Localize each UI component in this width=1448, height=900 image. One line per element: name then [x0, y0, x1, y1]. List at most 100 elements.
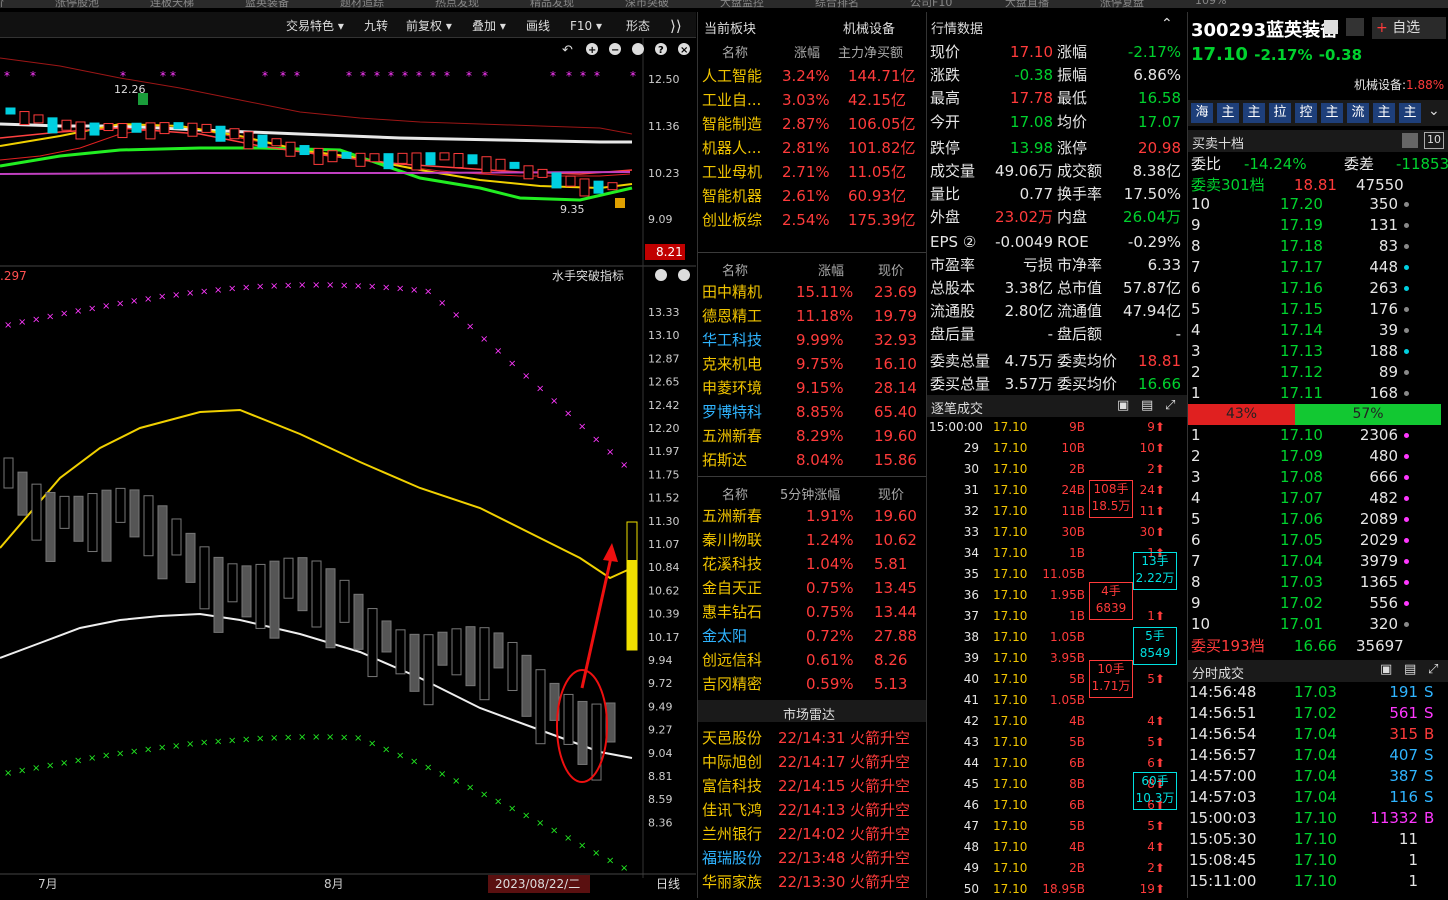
- f10-button[interactable]: F10 ▾: [570, 16, 602, 36]
- five_min-row-name[interactable]: 创远信科: [702, 648, 762, 672]
- ob-price[interactable]: 17.07: [1280, 488, 1323, 509]
- sector-row-name[interactable]: 机器人...: [702, 136, 761, 160]
- top-tab[interactable]: 热点发现: [435, 0, 479, 10]
- top-tab[interactable]: 连板天梯: [150, 0, 194, 10]
- ob-price[interactable]: 17.19: [1280, 215, 1323, 236]
- expand-icon[interactable]: ⤢: [1165, 398, 1175, 413]
- ob-price[interactable]: 17.12: [1280, 362, 1323, 383]
- sector-row-name[interactable]: 人工智能: [702, 64, 762, 88]
- ob-price[interactable]: 17.13: [1280, 341, 1323, 362]
- radar-row-name[interactable]: 兰州银行: [702, 822, 762, 846]
- radar-row-name[interactable]: 华丽家族: [702, 870, 762, 894]
- radar-row-name[interactable]: 福瑞股份: [702, 846, 762, 870]
- five_min-row-name[interactable]: 花溪科技: [702, 552, 762, 576]
- depth-toggle[interactable]: 10: [1424, 132, 1444, 149]
- ob-price[interactable]: 17.18: [1280, 236, 1323, 257]
- ob-price[interactable]: 17.05: [1280, 530, 1323, 551]
- gainers-row-name[interactable]: 拓斯达: [702, 448, 747, 472]
- gainers-row-name[interactable]: 克来机电: [702, 352, 762, 376]
- gainers-row-name[interactable]: 德恩精工: [702, 304, 762, 328]
- ob-price[interactable]: 17.10: [1280, 425, 1323, 446]
- five_min-row-name[interactable]: 吉冈精密: [702, 672, 762, 696]
- gainers-row-name[interactable]: 罗博特科: [702, 400, 762, 424]
- ob-price[interactable]: 17.16: [1280, 278, 1323, 299]
- gainers-row-name[interactable]: 华工科技: [702, 328, 762, 352]
- period-button[interactable]: 日线: [656, 877, 680, 891]
- overlay-button[interactable]: 叠加 ▾: [472, 16, 506, 36]
- list-icon[interactable]: ▤: [1404, 662, 1416, 677]
- chevron-down-icon[interactable]: ⌄: [1428, 103, 1440, 119]
- indicator-close-icon[interactable]: [678, 269, 690, 281]
- ob-price[interactable]: 17.15: [1280, 299, 1323, 320]
- ob-price[interactable]: 17.20: [1280, 194, 1323, 215]
- ob-price[interactable]: 17.14: [1280, 320, 1323, 341]
- pattern-button[interactable]: 形态: [626, 16, 650, 36]
- sector-row-name[interactable]: 工业母机: [702, 160, 762, 184]
- undo-icon[interactable]: ↶: [562, 43, 573, 58]
- radar-row-name[interactable]: 中际旭创: [702, 750, 762, 774]
- lock-icon[interactable]: ▣: [1117, 398, 1129, 413]
- industry-label[interactable]: 机械设备: [843, 18, 895, 37]
- radar-row-name[interactable]: 富信科技: [702, 774, 762, 798]
- five_min-row-name[interactable]: 惠丰钻石: [702, 600, 762, 624]
- kline-chart[interactable]: ↶ + −? × * * * * * * * * * * * * * * * * * * * * * * * 12.50 11.…: [0, 38, 696, 898]
- bell-icon[interactable]: [1346, 18, 1364, 36]
- quick-nav-button[interactable]: 主: [1243, 103, 1265, 123]
- indicator-help-icon[interactable]: [655, 269, 667, 281]
- top-tab[interactable]: 蓝英装备: [245, 0, 289, 10]
- ob-price[interactable]: 17.03: [1280, 572, 1323, 593]
- gainers-row-name[interactable]: 田中精机: [702, 280, 762, 304]
- top-tab[interactable]: 大盘监控: [720, 0, 764, 10]
- gainers-row-name[interactable]: 申菱环境: [702, 376, 762, 400]
- top-tab[interactable]: 大盘直播: [1005, 0, 1049, 10]
- lock-icon[interactable]: ▣: [1380, 662, 1392, 677]
- five_min-row-name[interactable]: 五洲新春: [702, 504, 762, 528]
- collapse-icon[interactable]: ⌃: [1161, 16, 1173, 32]
- radar-row-name[interactable]: 天邑股份: [702, 726, 762, 750]
- quick-nav-button[interactable]: 主: [1399, 103, 1421, 123]
- draw-line-button[interactable]: 画线: [526, 16, 550, 36]
- quick-nav-button[interactable]: 流: [1347, 103, 1369, 123]
- ob-price[interactable]: 17.08: [1280, 467, 1323, 488]
- top-tab[interactable]: 综合排名: [815, 0, 859, 10]
- gainers-row-name[interactable]: 五洲新春: [702, 424, 762, 448]
- quick-nav-button[interactable]: 主: [1217, 103, 1239, 123]
- sector-row-name[interactable]: 智能制造: [702, 112, 762, 136]
- ob-price[interactable]: 17.01: [1280, 614, 1323, 635]
- top-tab[interactable]: 题材追踪: [340, 0, 384, 10]
- ob-price[interactable]: 17.02: [1280, 593, 1323, 614]
- five_min-row-name[interactable]: 金太阳: [702, 624, 747, 648]
- sector-row-name[interactable]: 创业板综: [702, 208, 762, 232]
- quick-nav-button[interactable]: 海: [1191, 103, 1213, 123]
- trade-feature-button[interactable]: 交易特色 ▾: [286, 16, 344, 36]
- ob-price[interactable]: 17.09: [1280, 446, 1323, 467]
- sector-row-name[interactable]: 工业自...: [702, 88, 761, 112]
- sector-row-name[interactable]: 智能机器: [702, 184, 762, 208]
- next-arrow-icon[interactable]: ⟩⟩: [670, 16, 682, 36]
- quick-nav-button[interactable]: 主: [1321, 103, 1343, 123]
- top-tab[interactable]: 109%: [1195, 0, 1226, 7]
- five_min-row-name[interactable]: 金自天正: [702, 576, 762, 600]
- ob-price[interactable]: 17.17: [1280, 257, 1323, 278]
- top-tab[interactable]: 公司F10: [910, 0, 952, 10]
- radar-row-name[interactable]: 佳讯飞鸿: [702, 798, 762, 822]
- jiuzhuan-button[interactable]: 九转: [364, 16, 388, 36]
- top-tab[interactable]: 涨停股池: [55, 0, 99, 10]
- quick-nav-button[interactable]: 主: [1373, 103, 1395, 123]
- top-tab[interactable]: 涨停复盘: [1100, 0, 1144, 10]
- settings-icon[interactable]: [632, 43, 644, 55]
- top-tab[interactable]: 聚合竞价: [0, 0, 4, 10]
- expand-icon[interactable]: ⤢: [1428, 662, 1438, 677]
- calc-icon[interactable]: [1402, 133, 1418, 148]
- five_min-row-name[interactable]: 秦川物联: [702, 528, 762, 552]
- ob-price[interactable]: 17.06: [1280, 509, 1323, 530]
- ob-price[interactable]: 17.04: [1280, 551, 1323, 572]
- add-watch-button[interactable]: + 自选: [1372, 17, 1446, 39]
- info-icon[interactable]: [1324, 20, 1338, 34]
- quick-nav-button[interactable]: 控: [1295, 103, 1317, 123]
- adjust-button[interactable]: 前复权 ▾: [406, 16, 452, 36]
- top-tab[interactable]: 深市突破: [625, 0, 669, 10]
- quick-nav-button[interactable]: 拉: [1269, 103, 1291, 123]
- list-icon[interactable]: ▤: [1141, 398, 1153, 413]
- ob-price[interactable]: 17.11: [1280, 383, 1323, 404]
